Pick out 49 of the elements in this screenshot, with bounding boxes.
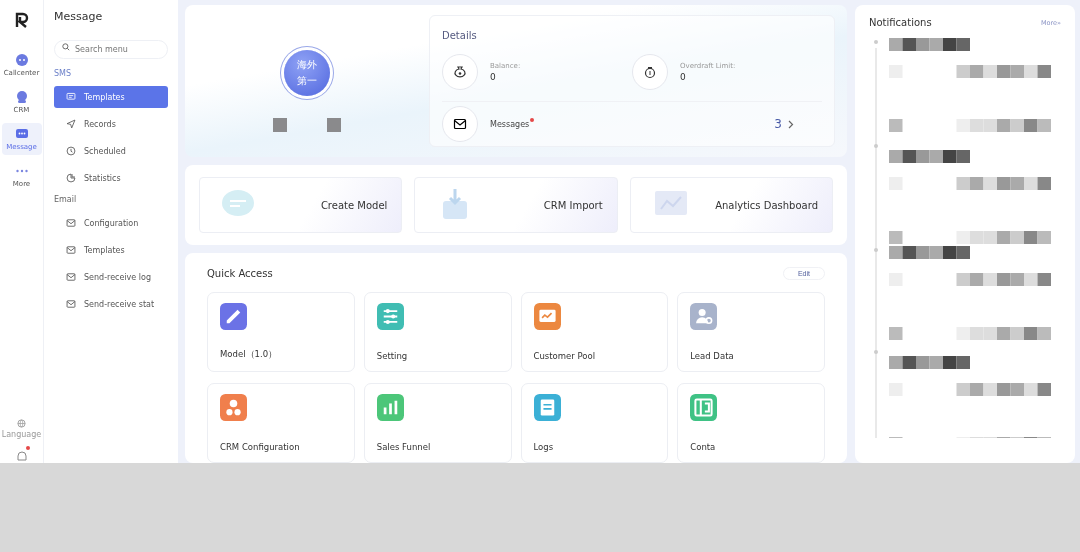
mail-icon xyxy=(442,106,478,142)
shortcut-card[interactable]: CRM Import xyxy=(414,177,618,233)
quick-access-tile[interactable]: CRM Configuration xyxy=(207,383,355,463)
send-icon xyxy=(66,119,76,129)
menu-item[interactable]: Send-receive stat xyxy=(54,293,168,315)
quick-access-tile[interactable]: Logs xyxy=(520,383,669,463)
quick-access-tile[interactable]: Conta xyxy=(677,383,825,463)
search-field[interactable]: Search menu xyxy=(54,40,168,59)
quick-access-tile[interactable]: Customer Pool xyxy=(520,292,669,372)
details-title: Details xyxy=(442,30,478,41)
panel-title: Notifications xyxy=(869,17,932,28)
shortcut-card[interactable]: Analytics Dashboard xyxy=(629,177,833,233)
globe-icon xyxy=(17,419,26,428)
menu-group-label: SMS xyxy=(54,69,73,78)
quick-access-tile[interactable]: Setting xyxy=(363,292,512,372)
mail-icon xyxy=(66,218,76,228)
person-icon xyxy=(14,90,29,104)
mail-icon xyxy=(66,245,76,255)
mail-icon xyxy=(66,299,76,309)
redacted-block xyxy=(273,118,287,132)
menu-item[interactable]: Templates xyxy=(54,86,168,108)
menu-item[interactable]: Scheduled xyxy=(54,140,168,162)
quick-access-tile[interactable]: Sales Funnel xyxy=(363,383,512,463)
menu-item[interactable]: Configuration xyxy=(54,212,168,234)
pie-chart-icon xyxy=(66,173,76,183)
menu-item[interactable]: Templates xyxy=(54,239,168,261)
chat-icon xyxy=(66,92,76,102)
logo-icon xyxy=(14,12,29,31)
overdraft-value: 0 xyxy=(680,72,687,82)
menu-item[interactable]: Send-receive log xyxy=(54,266,168,288)
quick-access-tile[interactable]: Lead Data xyxy=(677,292,825,372)
menu-item[interactable]: Records xyxy=(54,113,168,135)
chat-icon xyxy=(14,127,29,141)
brand-badge: 海外 第一 xyxy=(284,50,330,96)
chevron-right-icon xyxy=(788,119,794,129)
shortcut-card[interactable]: Create Model xyxy=(199,177,403,233)
money-bag-icon xyxy=(442,54,478,90)
menu-item[interactable]: Statistics xyxy=(54,167,168,189)
clock-icon xyxy=(66,146,76,156)
balance-value: 0 xyxy=(490,72,497,82)
mail-icon xyxy=(66,272,76,282)
messages-count-link[interactable]: 3 xyxy=(774,117,794,131)
messages-label: Messages xyxy=(490,119,530,129)
quick-access-tile[interactable]: Model（1.0） xyxy=(207,292,355,372)
redacted-block xyxy=(327,118,341,132)
section-title: Quick Access xyxy=(207,268,273,279)
bell-icon[interactable] xyxy=(15,447,28,459)
menu-group-label: Email xyxy=(54,195,78,204)
sidebar-title: Message xyxy=(54,10,104,23)
